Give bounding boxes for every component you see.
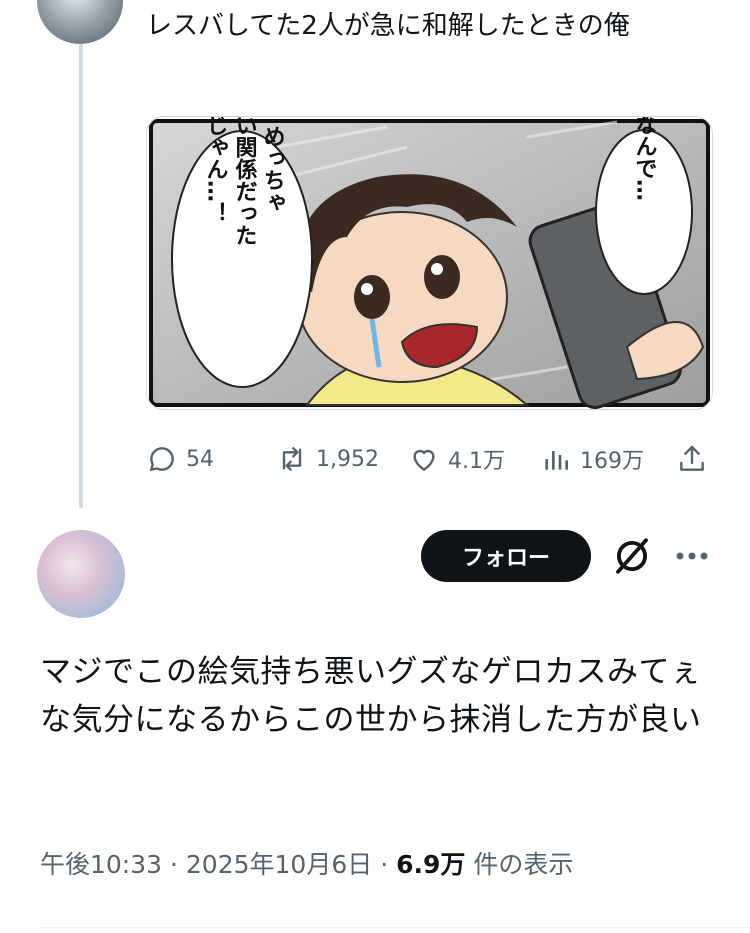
reply-button[interactable]: 54 — [146, 437, 214, 481]
avatar[interactable] — [37, 530, 125, 618]
follow-button[interactable]: フォロー — [421, 530, 591, 582]
action-bar: 54 1,952 4.1万 169万 — [146, 437, 712, 481]
separator: · — [170, 850, 178, 879]
speech-left-col1: めっちゃ — [260, 125, 285, 213]
like-count: 4.1万 — [448, 449, 505, 474]
share-button[interactable] — [676, 437, 708, 481]
share-icon — [680, 445, 704, 471]
avatar[interactable] — [37, 0, 123, 44]
like-button[interactable]: 4.1万 — [408, 437, 505, 481]
divider — [40, 927, 750, 928]
views-label: 件の表示 — [473, 850, 574, 879]
views-button[interactable]: 169万 — [540, 437, 644, 481]
speech-left-col3: じゃん…！ — [203, 117, 228, 224]
tweet-date[interactable]: 2025年10月6日 — [186, 850, 372, 879]
views-count[interactable]: 6.9万 — [396, 850, 465, 879]
reply-text: マジでこの絵気持ち悪いグズなゲロカスみてぇな気分になるからこの世から抹消した方が… — [40, 654, 702, 738]
tweet-meta: 午後10:33 · 2025年10月6日 · 6.9万 件の表示 — [40, 845, 573, 881]
retweet-icon — [282, 447, 302, 471]
more-icon[interactable] — [672, 542, 712, 570]
reply-icon — [149, 447, 174, 472]
views-count: 169万 — [580, 449, 644, 474]
retweet-button[interactable]: 1,952 — [276, 437, 379, 481]
retweet-count: 1,952 — [316, 446, 379, 472]
views-icon — [545, 451, 568, 470]
reply-count: 54 — [186, 446, 214, 472]
grok-icon[interactable] — [611, 535, 653, 577]
speech-left-col2: いい関係だった — [232, 117, 258, 246]
heart-icon — [413, 449, 435, 472]
tweet-image[interactable]: めっちゃ いい関係だった じゃん…！ なんで… — [146, 116, 713, 410]
thread-line — [79, 44, 83, 508]
tweet-time[interactable]: 午後10:33 — [40, 850, 162, 879]
tweet-text: レスバしてた2人が急に和解したときの俺 — [146, 11, 630, 41]
separator: · — [380, 850, 389, 879]
speech-right: なんで… — [632, 117, 657, 201]
